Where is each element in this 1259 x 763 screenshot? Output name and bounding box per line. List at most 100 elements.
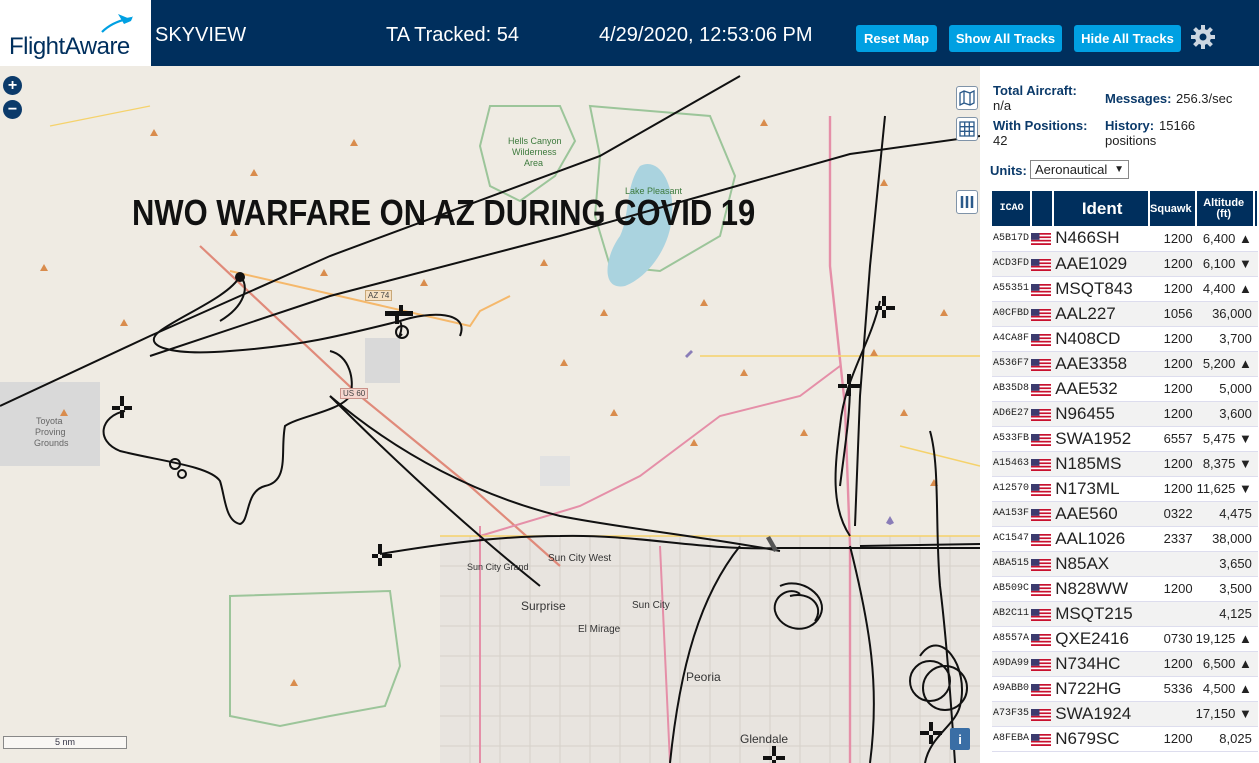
map-label: Glendale	[740, 732, 789, 746]
table-row[interactable]: A0CFBD AAL227 1056 36,000	[992, 301, 1258, 327]
total-aircraft-label: Total Aircraft:	[993, 83, 1077, 98]
show-all-tracks-button[interactable]: Show All Tracks	[949, 25, 1062, 52]
cell-ident: N85AX	[1053, 551, 1150, 577]
cell-altitude: 3,700	[1195, 326, 1254, 352]
cell-icao: A4CA8F	[992, 326, 1032, 352]
table-row[interactable]: A12570 N173ML 1200 11,625 ▼	[992, 476, 1258, 502]
cell-icao: AD6E27	[992, 401, 1032, 427]
cell-altitude: 4,125	[1195, 601, 1254, 627]
with-positions-value: 42	[993, 133, 1008, 148]
gear-icon[interactable]	[1190, 24, 1216, 50]
cell-flag	[1031, 251, 1054, 277]
cell-flag	[1031, 526, 1054, 552]
messages-label: Messages:	[1105, 91, 1172, 106]
cell-altitude: 8,025	[1195, 726, 1254, 752]
cell-squawk: 1200	[1149, 476, 1196, 502]
table-row[interactable]: AC1547 AAL1026 2337 38,000	[992, 526, 1258, 552]
table-row[interactable]: A8557A QXE2416 0730 19,125 ▲	[992, 626, 1258, 652]
table-row[interactable]: A8FEBA N679SC 1200 8,025	[992, 726, 1258, 752]
table-row[interactable]: AB2C11 MSQT215 4,125	[992, 601, 1258, 627]
cell-altitude: 6,500 ▲	[1195, 651, 1254, 677]
chevron-down-icon: ▼	[1114, 164, 1124, 175]
top-bar: FlightAware SKYVIEW TA Tracked: 54 4/29/…	[0, 0, 1259, 66]
columns-icon	[960, 196, 974, 208]
cell-icao: A0CFBD	[992, 301, 1032, 327]
cell-squawk	[1149, 601, 1196, 627]
map-layers-button[interactable]	[956, 86, 978, 110]
table-row[interactable]: ACD3FD AAE1029 1200 6,100 ▼	[992, 251, 1258, 277]
cell-altitude: 19,125 ▲	[1195, 626, 1254, 652]
flightaware-logo[interactable]: FlightAware	[0, 0, 151, 66]
cell-extra	[1253, 676, 1258, 702]
us-flag-icon	[1031, 658, 1052, 671]
highway-shield-az74: AZ 74	[365, 290, 393, 301]
map-canvas[interactable]	[0, 66, 980, 763]
table-row[interactable]: AB35D8 AAE532 1200 5,000	[992, 376, 1258, 402]
aircraft-table: ICAO Ident Squawk Altitude (ft) A5B17D N4…	[992, 191, 1259, 752]
table-row[interactable]: ABA515 N85AX 3,650	[992, 551, 1258, 577]
cell-altitude: 5,000	[1195, 376, 1254, 402]
table-row[interactable]: A73F35 SWA1924 17,150 ▼	[992, 701, 1258, 727]
hide-all-tracks-button[interactable]: Hide All Tracks	[1074, 25, 1181, 52]
table-row[interactable]: AA153F AAE560 0322 4,475	[992, 501, 1258, 527]
grid-icon	[959, 121, 975, 137]
table-row[interactable]: A536F7 AAE3358 1200 5,200 ▲	[992, 351, 1258, 377]
us-flag-icon	[1031, 433, 1052, 446]
column-header-squawk[interactable]: Squawk	[1149, 191, 1197, 226]
us-flag-icon	[1031, 583, 1052, 596]
units-select[interactable]: Aeronautical ▼	[1030, 160, 1129, 179]
map-label: Sun City West	[548, 553, 612, 564]
cell-flag	[1031, 501, 1054, 527]
table-header-row: ICAO Ident Squawk Altitude (ft)	[992, 191, 1259, 226]
table-row[interactable]: A4CA8F N408CD 1200 3,700	[992, 326, 1258, 352]
info-button[interactable]: i	[950, 728, 970, 750]
cell-altitude: 4,500 ▲	[1195, 676, 1254, 702]
cell-squawk: 1200	[1149, 276, 1196, 302]
cell-flag	[1031, 401, 1054, 427]
map-label: Wilderness	[512, 147, 557, 157]
table-row[interactable]: AD6E27 N96455 1200 3,600	[992, 401, 1258, 427]
cell-icao: A536F7	[992, 351, 1032, 377]
reset-map-button[interactable]: Reset Map	[856, 25, 937, 52]
map-label: Peoria	[686, 670, 721, 684]
cell-ident: N722HG	[1053, 676, 1150, 702]
table-row[interactable]: A533FB SWA1952 6557 5,475 ▼	[992, 426, 1258, 452]
table-row[interactable]: A55351 MSQT843 1200 4,400 ▲	[992, 276, 1258, 302]
cell-extra	[1253, 526, 1258, 552]
cell-squawk: 1200	[1149, 226, 1196, 252]
us-flag-icon	[1031, 258, 1052, 271]
us-flag-icon	[1031, 358, 1052, 371]
cell-ident: N466SH	[1053, 226, 1150, 252]
grid-toggle-button[interactable]	[956, 117, 978, 141]
overlay-banner-text: NWO WARFARE ON AZ DURING COVID 19	[132, 192, 756, 233]
zoom-out-button[interactable]: −	[3, 100, 22, 119]
us-flag-icon	[1031, 533, 1052, 546]
cell-ident: AAE1029	[1053, 251, 1150, 277]
zoom-in-button[interactable]: +	[3, 76, 22, 95]
table-row[interactable]: AB509C N828WW 1200 3,500	[992, 576, 1258, 602]
cell-icao: A15463	[992, 451, 1032, 477]
us-flag-icon	[1031, 333, 1052, 346]
map-view[interactable]: Hells Canyon Wilderness Area Lake Pleasa…	[0, 66, 980, 763]
cell-icao: ABA515	[992, 551, 1032, 577]
table-row[interactable]: A15463 N185MS 1200 8,375 ▼	[992, 451, 1258, 477]
table-row[interactable]: A9DA99 N734HC 1200 6,500 ▲	[992, 651, 1258, 677]
cell-icao: ACD3FD	[992, 251, 1032, 277]
table-row[interactable]: A5B17D N466SH 1200 6,400 ▲	[992, 226, 1258, 252]
cell-flag	[1031, 676, 1054, 702]
cell-icao: A12570	[992, 476, 1032, 502]
columns-toggle-button[interactable]	[956, 190, 978, 214]
cell-extra	[1253, 601, 1258, 627]
us-flag-icon	[1031, 633, 1052, 646]
cell-squawk: 1056	[1149, 301, 1196, 327]
column-header-altitude[interactable]: Altitude (ft)	[1195, 191, 1255, 226]
column-header-ident[interactable]: Ident	[1053, 191, 1151, 226]
column-header-icao[interactable]: ICAO	[992, 191, 1033, 226]
cell-squawk: 1200	[1149, 251, 1196, 277]
cell-squawk: 0730	[1149, 626, 1196, 652]
cell-squawk: 2337	[1149, 526, 1196, 552]
scale-bar: 5 nm	[3, 736, 127, 749]
cell-squawk: 6557	[1149, 426, 1196, 452]
table-row[interactable]: A9ABB0 N722HG 5336 4,500 ▲	[992, 676, 1258, 702]
cell-icao: AB35D8	[992, 376, 1032, 402]
